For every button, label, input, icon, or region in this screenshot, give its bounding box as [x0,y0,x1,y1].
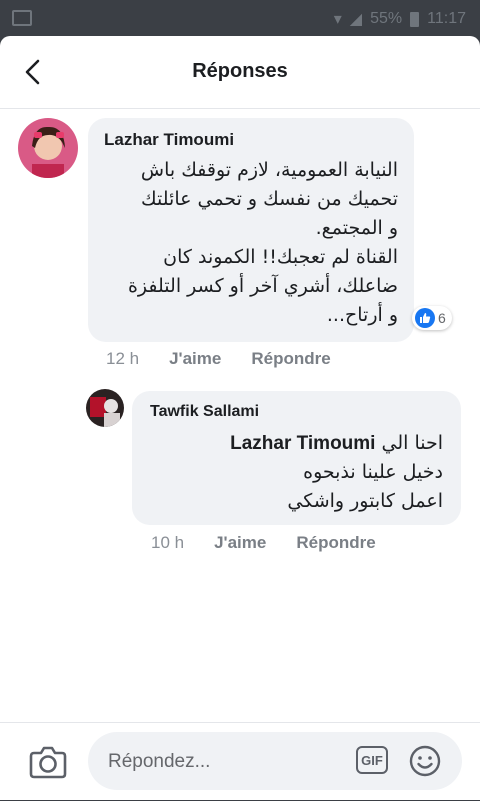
status-bar: ▾ ◢ 55% 11:17 [0,0,480,36]
like-button[interactable]: J'aime [214,533,266,553]
comment-line: النيابة العمومية، لازم توقفك باش [140,159,398,181]
comment-line: و أرتاح... [326,304,398,326]
comment-text: النيابة العمومية، لازم توقفك باش تحميك م… [128,156,398,330]
header: Réponses [0,36,480,109]
comment-actions: 10 h J'aime Répondre [151,533,376,553]
reply-composer: GIF [0,722,480,801]
reply-button[interactable]: Répondre [251,349,330,369]
smiley-icon [409,745,441,777]
reaction-count: 6 [438,310,446,326]
battery-icon [410,11,420,27]
comment-text: احنا الي Lazhar Timoumi دخيل علينا نذبحو… [230,429,443,516]
comment-line: دخيل علينا نذبحوه [303,461,443,483]
avatar[interactable] [18,118,78,178]
comment-time: 10 h [151,533,185,552]
like-button[interactable]: J'aime [169,349,221,369]
camera-button[interactable] [28,743,68,781]
comment-time: 12 h [106,349,140,368]
comment-line: تحميك من نفسك و تحمي عائلتك [141,188,398,210]
reply-input-container[interactable]: GIF [88,732,462,790]
emoji-button[interactable] [408,744,442,778]
signal-icon: ◢ [349,11,363,28]
battery-level: 55% [370,10,403,27]
wifi-icon: ▾ [333,11,342,28]
comment-text-prefix: احنا الي [381,432,444,454]
gif-button[interactable]: GIF [356,746,388,774]
thumbs-up-icon [415,308,435,328]
reaction-summary[interactable]: 6 [412,306,452,330]
page-title: Réponses [192,60,288,82]
comment-bubble[interactable]: Tawfik Sallami احنا الي Lazhar Timoumi د… [132,391,461,525]
comment-line: احنا الي Lazhar Timoumi [230,429,443,458]
comment-line: ضاعلك، أشري آخر أو كسر التلفزة [127,275,398,297]
replies-sheet: Réponses Lazhar Timoumi النيابة العمومية… [0,36,480,800]
comment-author[interactable]: Tawfik Sallami [150,403,259,421]
reply-input[interactable] [106,746,350,778]
camera-icon [29,746,67,779]
comment-line: و المجتمع. [315,217,398,239]
comment-actions: 12 h J'aime Répondre [106,349,331,369]
comment-author[interactable]: Lazhar Timoumi [104,130,234,150]
avatar[interactable] [86,389,124,427]
comment-bubble[interactable]: Lazhar Timoumi النيابة العمومية، لازم تو… [88,118,414,342]
comment-line: اعمل كابتور واشكي [287,490,443,512]
mention-link[interactable]: Lazhar Timoumi [230,433,375,454]
reply-button[interactable]: Répondre [296,533,375,553]
comment-line: القناة لم تعجبك!! الكموند كان [163,246,398,268]
message-icon [12,10,32,26]
clock: 11:17 [427,10,466,27]
